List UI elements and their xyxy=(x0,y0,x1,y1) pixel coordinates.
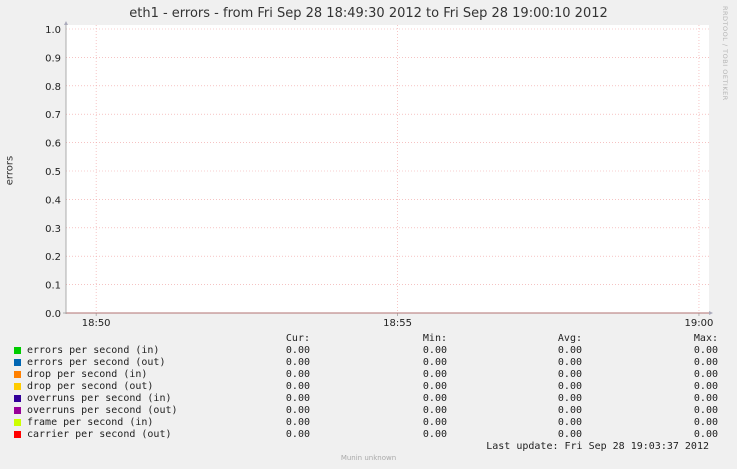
legend-row: errors per second (out) 0.00 0.00 0.00 0.00 xyxy=(14,357,724,369)
legend-value-min: 0.00 xyxy=(422,393,447,404)
legend-value-max: 0.00 xyxy=(693,429,718,440)
legend-label: errors per second (out) xyxy=(27,357,166,368)
x-axis-arrow xyxy=(709,311,713,315)
legend-header-cur: Cur: xyxy=(285,333,310,344)
legend-value-avg: 0.00 xyxy=(557,345,582,356)
legend-label: errors per second (in) xyxy=(27,345,160,356)
legend-value-cur: 0.00 xyxy=(285,345,310,356)
legend-swatch xyxy=(14,371,21,378)
legend-value-avg: 0.00 xyxy=(557,381,582,392)
legend-swatch xyxy=(14,431,21,438)
legend-header: Cur: Min: Avg: Max: xyxy=(14,333,724,345)
legend-value-max: 0.00 xyxy=(693,393,718,404)
y-tick-label: 0.6 xyxy=(45,139,61,150)
legend-row: errors per second (in) 0.00 0.00 0.00 0.00 xyxy=(14,345,724,357)
y-tick-label: 0.0 xyxy=(45,309,61,320)
legend-row: overruns per second (out) 0.00 0.00 0.00 0.0… xyxy=(14,405,724,417)
legend-value-cur: 0.00 xyxy=(285,417,310,428)
legend-label: frame per second (in) xyxy=(27,417,154,428)
legend-value-min: 0.00 xyxy=(422,417,447,428)
x-tick-label: 18:50 xyxy=(82,318,111,329)
legend-label: drop per second (out) xyxy=(27,381,154,392)
y-tick-label: 0.1 xyxy=(45,281,61,292)
y-tick-label: 0.3 xyxy=(45,224,61,235)
last-update: Last update: Fri Sep 28 19:03:37 2012 xyxy=(486,441,709,452)
legend-header-avg: Avg: xyxy=(557,333,582,344)
legend-swatch xyxy=(14,407,21,414)
legend-row: drop per second (out) 0.00 0.00 0.00 0.00 xyxy=(14,381,724,393)
legend-value-min: 0.00 xyxy=(422,369,447,380)
y-tick-label: 0.7 xyxy=(45,110,61,121)
legend-value-cur: 0.00 xyxy=(285,357,310,368)
legend-swatch xyxy=(14,347,21,354)
legend-header-max: Max: xyxy=(693,333,718,344)
legend-swatch xyxy=(14,419,21,426)
legend-value-max: 0.00 xyxy=(693,381,718,392)
legend-value-max: 0.00 xyxy=(693,369,718,380)
legend-row: carrier per second (out) 0.00 0.00 0.00 0.00 xyxy=(14,429,724,441)
legend-value-avg: 0.00 xyxy=(557,417,582,428)
legend-value-avg: 0.00 xyxy=(557,393,582,404)
chart-plot: 0.0 0.1 0.2 0.3 0.4 0.5 0.6 0.7 0.8 0.9 1.0 18:50 18… xyxy=(45,21,714,329)
footer-text: Munin unknown xyxy=(340,454,397,462)
x-tick-label: 18:55 xyxy=(383,318,412,329)
legend-label: carrier per second (out) xyxy=(27,429,172,440)
legend-row: overruns per second (in) 0.00 0.00 0.00 0.00 xyxy=(14,393,724,405)
y-tick-label: 0.4 xyxy=(45,195,61,206)
y-tick-label: 0.2 xyxy=(45,252,61,263)
y-tick-label: 0.5 xyxy=(45,167,61,178)
legend-value-max: 0.00 xyxy=(693,417,718,428)
legend-value-min: 0.00 xyxy=(422,429,447,440)
y-tick-label: 0.8 xyxy=(45,82,61,93)
y-axis-arrow xyxy=(64,21,68,25)
legend-swatch xyxy=(14,383,21,390)
legend-row: frame per second (in) 0.00 0.00 0.00 0.00 xyxy=(14,417,724,429)
legend-value-min: 0.00 xyxy=(422,381,447,392)
legend-value-cur: 0.00 xyxy=(285,429,310,440)
legend-label: drop per second (in) xyxy=(27,369,148,380)
legend-value-cur: 0.00 xyxy=(285,381,310,392)
legend: Cur: Min: Avg: Max: errors per second (i… xyxy=(14,333,724,441)
legend-label: overruns per second (out) xyxy=(27,405,178,416)
legend-value-cur: 0.00 xyxy=(285,393,310,404)
legend-label: overruns per second (in) xyxy=(27,393,172,404)
legend-value-max: 0.00 xyxy=(693,405,718,416)
plot-area xyxy=(66,25,709,313)
legend-value-min: 0.00 xyxy=(422,405,447,416)
legend-value-avg: 0.00 xyxy=(557,429,582,440)
legend-swatch xyxy=(14,359,21,366)
legend-value-avg: 0.00 xyxy=(557,357,582,368)
y-tick-label: 0.9 xyxy=(45,53,61,64)
x-tick-label: 19:00 xyxy=(685,318,714,329)
legend-value-min: 0.00 xyxy=(422,345,447,356)
legend-value-max: 0.00 xyxy=(693,345,718,356)
legend-value-avg: 0.00 xyxy=(557,369,582,380)
legend-value-max: 0.00 xyxy=(693,357,718,368)
legend-header-min: Min: xyxy=(422,333,447,344)
y-tick-label: 1.0 xyxy=(45,25,61,36)
legend-value-min: 0.00 xyxy=(422,357,447,368)
legend-swatch xyxy=(14,395,21,402)
legend-value-cur: 0.00 xyxy=(285,405,310,416)
legend-value-avg: 0.00 xyxy=(557,405,582,416)
legend-row: drop per second (in) 0.00 0.00 0.00 0.00 xyxy=(14,369,724,381)
legend-value-cur: 0.00 xyxy=(285,369,310,380)
